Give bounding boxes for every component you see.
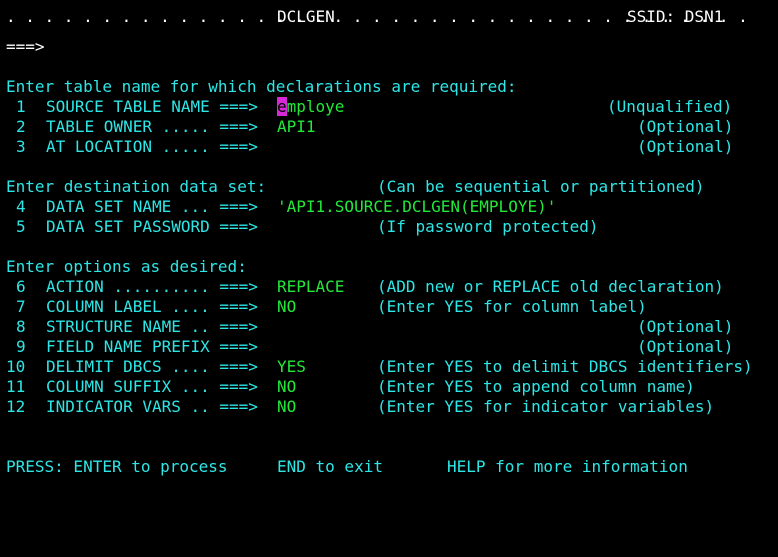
section-destination-heading: Enter destination data set: (Can be sequ… [0,177,778,197]
field-hint: (Enter YES to append column name) [377,377,695,396]
field-label: DATA SET NAME ... ===> [46,197,258,216]
field-number: 4 [16,197,26,216]
section-table-label: Enter table name for which declarations … [6,77,517,96]
field-hint: (Unqualified) [607,97,733,116]
section-table-heading: Enter table name for which declarations … [0,77,778,97]
field-number: 10 [6,357,26,376]
field-label: DATA SET PASSWORD ===> [46,217,258,236]
source-table-name-value: mploye [286,97,345,116]
field-label: INDICATOR VARS .. ===> [46,397,258,416]
field-hint: (Optional) [637,317,734,336]
field-hint: (Optional) [637,137,734,156]
field-label: COLUMN SUFFIX ... ===> [46,377,258,396]
footer-pf-keys: PRESS: ENTER to process END to exit HELP… [0,457,778,477]
field-row-data-set-name: 4 DATA SET NAME ... ===> 'API1.SOURCE.DC… [0,197,778,217]
section-destination-hint: (Can be sequential or partitioned) [377,177,705,196]
field-label: STRUCTURE NAME .. ===> [46,317,258,336]
tso-terminal-screen: . . . . . . . . . . . . . . . . . . . . … [0,0,778,488]
field-row-action: 6 ACTION .......... ===> REPLACE (ADD ne… [0,277,778,297]
field-hint: (Optional) [637,117,734,136]
field-number: 12 [6,397,26,416]
field-number: 9 [16,337,26,356]
field-label: SOURCE TABLE NAME ===> [46,97,258,116]
field-label: DELIMIT DBCS .... ===> [46,357,258,376]
field-row-source-table-name: 1 SOURCE TABLE NAME ===> employe (Unqual… [0,97,778,117]
indicator-vars-input[interactable]: NO [277,397,296,417]
field-label: FIELD NAME PREFIX ===> [46,337,258,356]
delimit-dbcs-input[interactable]: YES [277,357,306,377]
source-table-name-input[interactable]: employe [277,97,344,117]
field-row-field-name-prefix: 9 FIELD NAME PREFIX ===> (Optional) [0,337,778,357]
field-label: AT LOCATION ..... ===> [46,137,258,156]
field-row-column-label: 7 COLUMN LABEL .... ===> NO (Enter YES f… [0,297,778,317]
section-options-heading: Enter options as desired: [0,257,778,277]
panel-title: DCLGEN [277,7,335,26]
field-hint: (ADD new or REPLACE old declaration) [377,277,724,296]
field-row-at-location: 3 AT LOCATION ..... ===> (Optional) [0,137,778,157]
field-number: 5 [16,217,26,236]
command-prompt: ===> [6,37,45,56]
footer-help: HELP for more information [447,457,688,476]
field-hint: (Enter YES to delimit DBCS identifiers) [377,357,753,376]
field-row-indicator-vars: 12 INDICATOR VARS .. ===> NO (Enter YES … [0,397,778,417]
field-row-delimit-dbcs: 10 DELIMIT DBCS .... ===> YES (Enter YES… [0,357,778,377]
section-options-label: Enter options as desired: [6,257,247,276]
field-hint: (Enter YES for column label) [377,297,647,316]
table-owner-input[interactable]: API1 [277,117,316,137]
footer-end: END to exit [277,457,383,476]
action-input[interactable]: REPLACE [277,277,344,297]
field-row-column-suffix: 11 COLUMN SUFFIX ... ===> NO (Enter YES … [0,377,778,397]
header-row: . . . . . . . . . . . . . . . . . . . . … [0,7,778,27]
column-label-input[interactable]: NO [277,297,296,317]
field-number: 7 [16,297,26,316]
data-set-name-input[interactable]: 'API1.SOURCE.DCLGEN(EMPLOYE)' [277,197,556,217]
field-number: 6 [16,277,26,296]
field-number: 1 [16,97,26,116]
field-number: 11 [6,377,26,396]
field-label: ACTION .......... ===> [46,277,258,296]
text-cursor: e [277,97,287,116]
field-label: TABLE OWNER ..... ===> [46,117,258,136]
section-destination-label: Enter destination data set: [6,177,267,196]
field-row-structure-name: 8 STRUCTURE NAME .. ===> (Optional) [0,317,778,337]
column-suffix-input[interactable]: NO [277,377,296,397]
field-number: 2 [16,117,26,136]
field-hint: (If password protected) [377,217,599,236]
ssid-label: SSID: DSN1 [627,7,724,26]
field-number: 3 [16,137,26,156]
field-label: COLUMN LABEL .... ===> [46,297,258,316]
field-row-table-owner: 2 TABLE OWNER ..... ===> API1 (Optional) [0,117,778,137]
command-line: ===> [0,37,778,57]
field-row-data-set-password: 5 DATA SET PASSWORD ===> (If password pr… [0,217,778,237]
field-hint: (Optional) [637,337,734,356]
footer-press-enter: PRESS: ENTER to process [6,457,228,476]
field-hint: (Enter YES for indicator variables) [377,397,715,416]
field-number: 8 [16,317,26,336]
